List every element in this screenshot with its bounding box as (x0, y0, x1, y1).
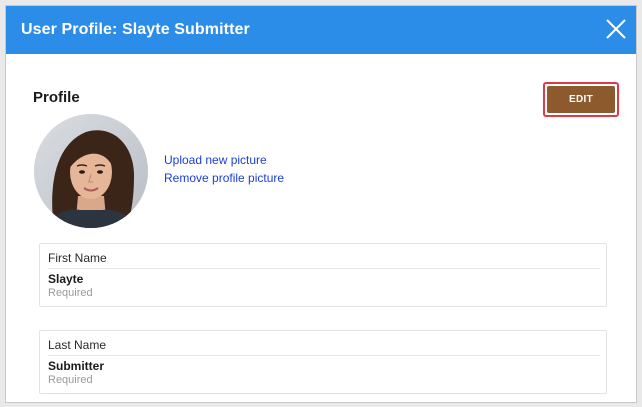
remove-picture-link[interactable]: Remove profile picture (164, 171, 284, 186)
first-name-label: First Name (48, 251, 107, 265)
avatar (34, 114, 148, 228)
close-button[interactable] (605, 18, 627, 40)
last-name-label: Last Name (48, 338, 107, 352)
close-icon (606, 19, 626, 39)
first-name-value: Slayte (48, 272, 84, 286)
first-name-required-hint: Required (48, 287, 93, 299)
profile-section-title: Profile (33, 89, 80, 106)
field-divider (48, 355, 600, 356)
user-profile-modal: User Profile: Slayte Submitter Profile E… (5, 5, 637, 403)
modal-title: User Profile: Slayte Submitter (21, 21, 250, 38)
edit-button-highlight: EDIT (543, 82, 619, 117)
photo-links: Upload new picture Remove profile pictur… (164, 153, 284, 186)
profile-photo (34, 114, 148, 228)
modal-header: User Profile: Slayte Submitter (6, 6, 636, 54)
field-divider (48, 268, 600, 269)
last-name-required-hint: Required (48, 374, 93, 386)
first-name-field[interactable]: First Name Slayte Required (39, 243, 607, 307)
last-name-field[interactable]: Last Name Submitter Required (39, 330, 607, 394)
edit-button[interactable]: EDIT (547, 86, 615, 113)
upload-picture-link[interactable]: Upload new picture (164, 153, 284, 168)
last-name-value: Submitter (48, 359, 105, 373)
